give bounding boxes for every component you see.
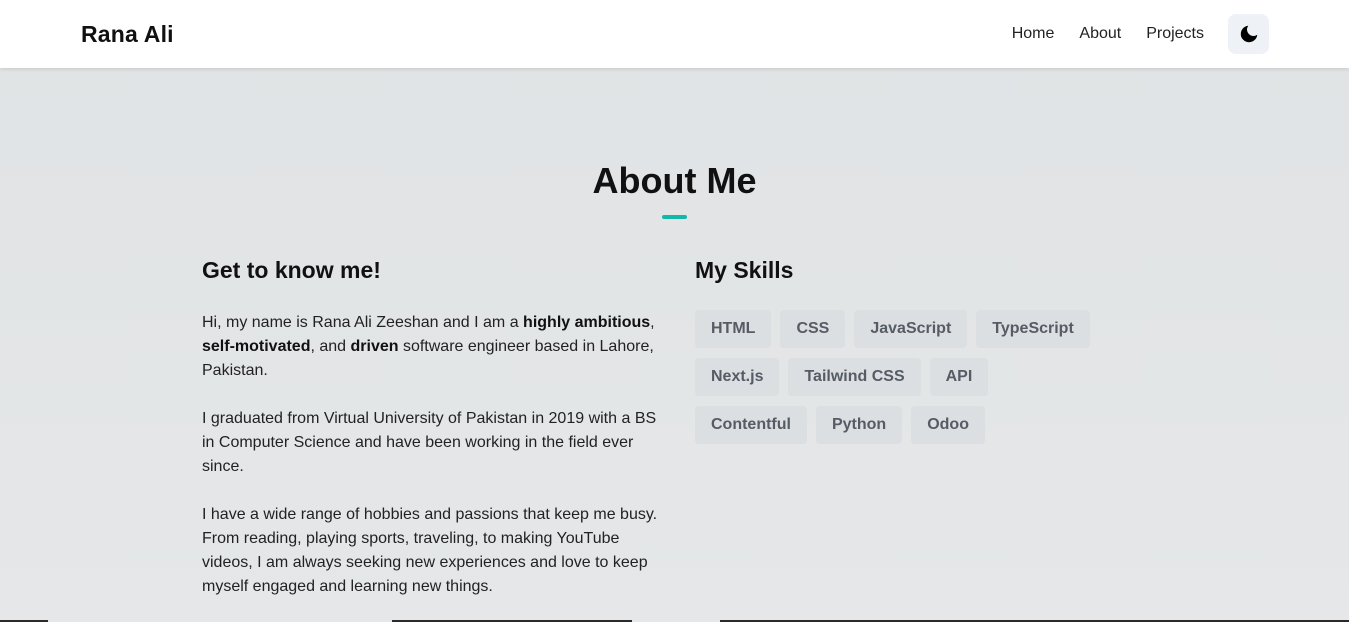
skill-tag: TypeScript: [976, 310, 1090, 348]
intro-paragraph-1: Hi, my name is Rana Ali Zeeshan and I am…: [202, 311, 662, 383]
skills-heading: My Skills: [695, 257, 794, 283]
skill-tag: Next.js: [695, 358, 780, 396]
intro-heading: Get to know me!: [202, 257, 381, 283]
nav-menu: Home About Projects: [1012, 14, 1269, 54]
nav-link-home[interactable]: Home: [1012, 25, 1055, 43]
skill-tag: JavaScript: [854, 310, 968, 348]
about-intro: Get to know me! Hi, my name is Rana Ali …: [202, 255, 662, 599]
brand-logo[interactable]: Rana Ali: [81, 21, 174, 48]
intro-paragraph-3: I have a wide range of hobbies and passi…: [202, 506, 658, 595]
navbar: Rana Ali Home About Projects: [0, 0, 1349, 68]
skills-list: HTML CSS JavaScript TypeScript Next.js T…: [695, 310, 1105, 454]
p1-text-a: Hi, my name is Rana Ali Zeeshan and I am…: [202, 314, 524, 331]
skill-tag: CSS: [780, 310, 846, 348]
p1-bold-2: self-motivated: [202, 338, 311, 355]
skill-tag: HTML: [695, 310, 772, 348]
skills-section: My Skills HTML CSS JavaScript TypeScript…: [695, 255, 1115, 454]
skill-tag: Odoo: [911, 406, 985, 444]
skill-tag: Tailwind CSS: [788, 358, 921, 396]
p1-text-c: ,: [650, 314, 655, 331]
theme-toggle-button[interactable]: [1228, 14, 1269, 54]
p1-bold-1: highly ambitious: [523, 314, 651, 331]
nav-link-about[interactable]: About: [1079, 25, 1121, 43]
p1-text-d: , and: [310, 338, 351, 355]
title-underline: [662, 215, 687, 219]
skill-tag: API: [929, 358, 989, 396]
skill-tag: Contentful: [695, 406, 807, 444]
skill-tag: Python: [815, 406, 903, 444]
page-title: About Me: [592, 160, 757, 201]
nav-link-projects[interactable]: Projects: [1146, 25, 1204, 43]
moon-icon: [1240, 25, 1257, 43]
p1-bold-3: driven: [350, 338, 399, 355]
intro-paragraph-2: I graduated from Virtual University of P…: [202, 410, 657, 475]
